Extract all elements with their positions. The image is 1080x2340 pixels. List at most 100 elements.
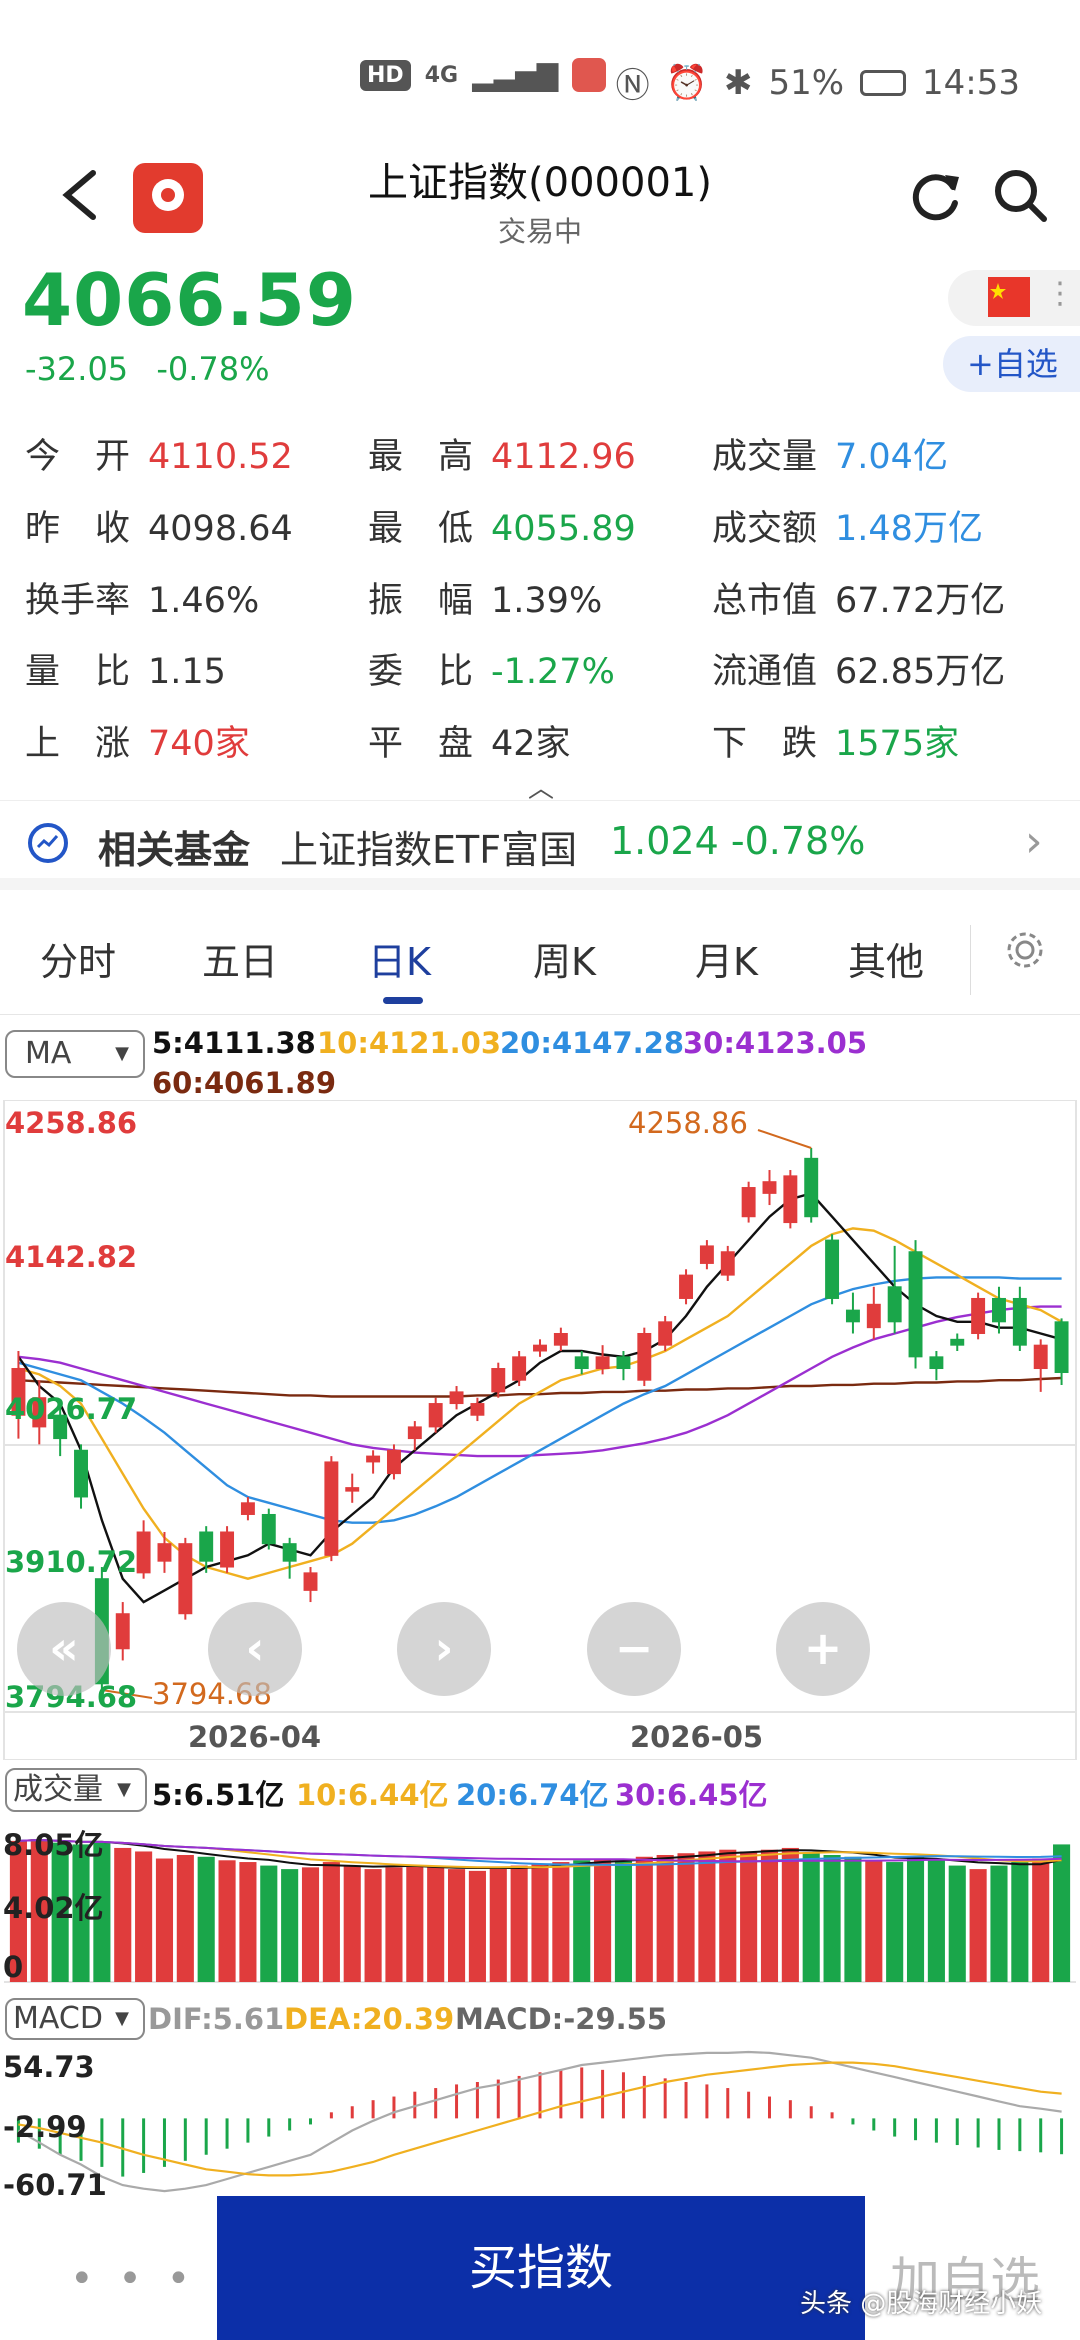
stat-label: 上 涨 (25, 724, 131, 764)
volume-bar (760, 1849, 779, 1982)
volume-bar (677, 1853, 695, 1982)
candle-body (783, 1175, 798, 1224)
volume-bar (635, 1856, 653, 1982)
volume-bar (260, 1865, 278, 1982)
network-indicator: 4G (424, 62, 459, 88)
candle (887, 1245, 902, 1334)
candle (366, 1450, 381, 1474)
stat-value: 1575家 (835, 724, 960, 764)
candle-body (533, 1344, 547, 1352)
candlestick-chart[interactable] (0, 1100, 1080, 1760)
candle (866, 1286, 881, 1340)
candle-body (428, 1403, 443, 1428)
tab-five-day[interactable]: 五日 (202, 931, 278, 986)
period-tabs: 分时 五日 日K 周K 月K 其他 (0, 905, 1080, 1015)
stat-item: 上 涨 740家 (25, 715, 250, 766)
stat-label: 成交量 (712, 437, 818, 477)
tab-intraday[interactable]: 分时 (40, 931, 116, 986)
fund-values: 1.024 -0.78% (610, 819, 865, 863)
more-dots-icon[interactable]: ⋮ (1045, 276, 1075, 311)
more-button[interactable]: • • • (70, 2256, 196, 2302)
candle-body (366, 1455, 381, 1463)
candle-body (845, 1309, 860, 1323)
stat-value: 4098.64 (148, 509, 293, 549)
candle-body (386, 1449, 401, 1475)
volume-bar (1032, 1858, 1050, 1982)
price-change: -32.05 -0.78% (25, 350, 288, 388)
scroll-left-button[interactable]: ‹ (208, 1602, 302, 1696)
candle-body (929, 1356, 944, 1370)
volume-bar (510, 1865, 528, 1982)
volume-bar (948, 1865, 966, 1982)
volume-selector[interactable]: 成交量 ▼ (5, 1768, 147, 1812)
stat-item: 成交额 1.48万亿 (712, 500, 983, 551)
candle-body (658, 1321, 673, 1346)
macd-chart[interactable] (0, 2046, 1080, 2196)
candle-body (240, 1502, 255, 1515)
stat-label: 总市值 (712, 581, 818, 621)
tab-other[interactable]: 其他 (848, 931, 924, 986)
candle (762, 1170, 777, 1206)
ma10-legend: 10:4121.03 (317, 1026, 502, 1060)
volume-chart[interactable] (0, 1810, 1080, 1990)
volume-bar (552, 1862, 570, 1982)
candle-body (136, 1531, 151, 1574)
volume-bar (531, 1863, 549, 1982)
ma30-legend: 30:4123.05 (683, 1026, 868, 1060)
candle (971, 1292, 986, 1340)
stat-label: 今 开 (25, 437, 131, 477)
gear-icon[interactable] (1003, 928, 1047, 972)
candle-body (115, 1613, 130, 1650)
stat-value: 1.48万亿 (835, 509, 983, 549)
fund-label: 相关基金 (98, 828, 251, 872)
stat-label: 最 低 (368, 509, 474, 549)
chevron-down-icon: ▼ (115, 1043, 129, 1064)
candle-body (199, 1531, 214, 1562)
scroll-right-button[interactable]: › (397, 1602, 491, 1696)
china-flag-icon (988, 277, 1030, 317)
volume-bar (427, 1867, 445, 1982)
status-bar: HD 4G ▂▃▅▇ Ⓝ ⏰ ✱ 51% 14:53 (0, 40, 1080, 120)
volume-bar (594, 1858, 612, 1982)
candle-body (470, 1403, 485, 1416)
volume-bar (865, 1860, 883, 1982)
stat-value: 740家 (148, 724, 250, 764)
stat-value: 4055.89 (491, 509, 636, 549)
fund-change: -0.78% (730, 819, 866, 863)
hd-icon: HD (360, 59, 411, 91)
volume-bar (322, 1862, 340, 1982)
zoom-out-button[interactable]: − (587, 1602, 681, 1696)
candle (553, 1327, 568, 1352)
stat-item: 总市值 67.72万亿 (712, 572, 1005, 623)
y-axis-label: 3910.72 (5, 1545, 138, 1579)
stat-value: 4110.52 (148, 437, 293, 477)
volume-bar (218, 1860, 236, 1982)
related-fund-bar[interactable]: 相关基金 上证指数ETF富国 1.024 -0.78% › (0, 800, 1080, 890)
candle-body (303, 1572, 318, 1591)
candle-body (553, 1332, 568, 1346)
volume-bar (906, 1856, 925, 1982)
indicator-selector[interactable]: MA ▼ (5, 1030, 145, 1078)
stat-item: 下 跌 1575家 (712, 715, 959, 766)
buy-index-button[interactable]: 买指数 (217, 2196, 865, 2340)
volume-bar (719, 1849, 737, 1982)
tab-weekly-k[interactable]: 周K (533, 931, 596, 986)
volume-bar (176, 1854, 194, 1982)
add-watchlist-button[interactable]: +自选 (943, 336, 1080, 392)
stat-label: 振 幅 (368, 581, 474, 621)
vol-ma20-legend: 20:6.74亿 (456, 1778, 609, 1812)
zoom-in-button[interactable]: + (776, 1602, 870, 1696)
tab-daily-k[interactable]: 日K (368, 931, 431, 986)
vol-y-label: 4.02亿 (3, 1891, 104, 1925)
stat-item: 流通值 62.85万亿 (712, 643, 1005, 694)
chart-frame (3, 1100, 1077, 1760)
candle-body (74, 1449, 88, 1498)
tab-monthly-k[interactable]: 月K (695, 931, 758, 986)
stat-item: 最 高 4112.96 (368, 428, 636, 479)
search-icon[interactable] (990, 165, 1050, 225)
stat-item: 昨 收 4098.64 (25, 500, 293, 551)
jump-start-button[interactable]: « (17, 1602, 111, 1696)
refresh-icon[interactable] (905, 165, 965, 225)
macd-selector[interactable]: MACD ▼ (5, 1998, 145, 2040)
macd-selector-label: MACD (13, 2001, 103, 2036)
